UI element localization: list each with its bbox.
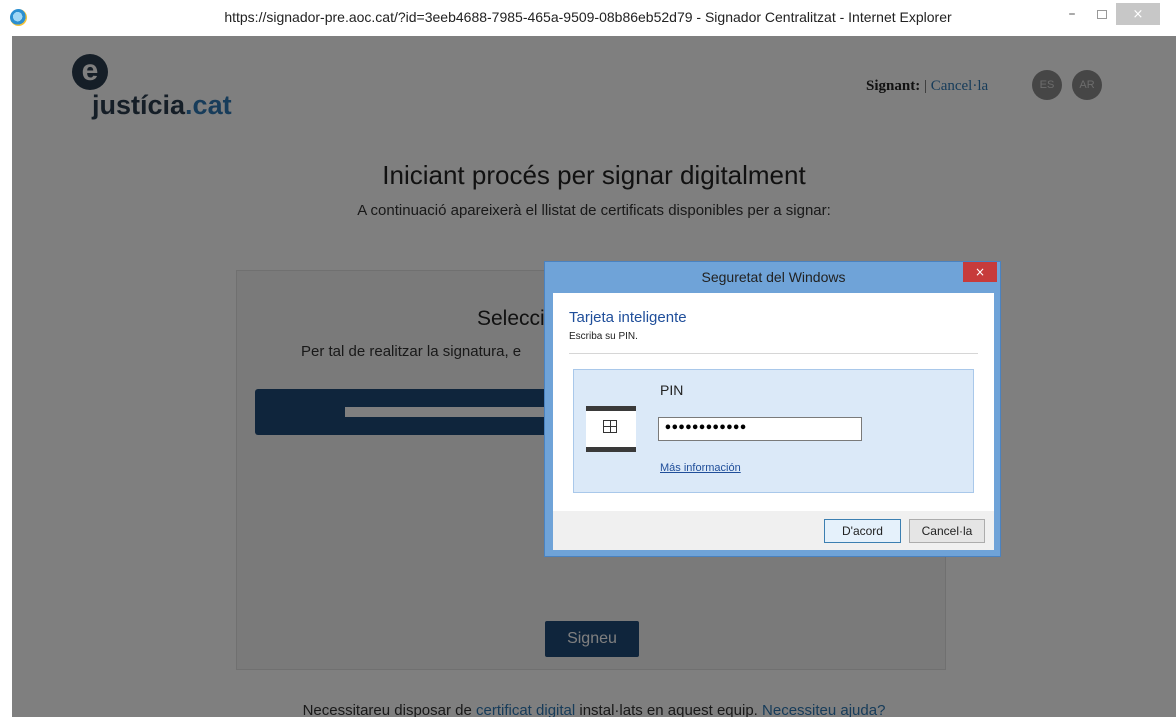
ok-button[interactable]: D'acord: [824, 519, 901, 543]
window-title: https://signador-pre.aoc.cat/?id=3eeb468…: [224, 9, 952, 25]
maximize-button[interactable]: [1090, 3, 1114, 25]
pin-input[interactable]: ••••••••••••: [658, 417, 862, 441]
dialog-hint: Escriba su PIN.: [569, 331, 638, 342]
smartcard-chip-icon: [603, 420, 617, 433]
dialog-title: Seguretat del Windows: [701, 269, 846, 285]
pin-label: PIN: [660, 382, 684, 398]
smartcard-icon: [586, 406, 636, 452]
windows-security-dialog: Seguretat del Windows × Tarjeta intelige…: [544, 261, 1001, 557]
browser-title-bar: https://signador-pre.aoc.cat/?id=3eeb468…: [0, 0, 1176, 36]
divider: [569, 353, 978, 354]
dialog-close-button[interactable]: ×: [963, 262, 997, 282]
dialog-footer: D'acord Cancel·la: [553, 511, 994, 550]
dialog-body: Tarjeta inteligente Escriba su PIN. PIN …: [553, 293, 994, 511]
window-close-button[interactable]: ×: [1116, 3, 1160, 25]
dialog-cancel-button[interactable]: Cancel·la: [909, 519, 985, 543]
dialog-heading: Tarjeta inteligente: [569, 309, 687, 326]
pin-panel: PIN •••••••••••• Más información: [573, 369, 974, 493]
more-info-link[interactable]: Más información: [660, 462, 741, 474]
maximize-icon: [1097, 9, 1107, 19]
minimize-button[interactable]: –: [1060, 3, 1084, 25]
